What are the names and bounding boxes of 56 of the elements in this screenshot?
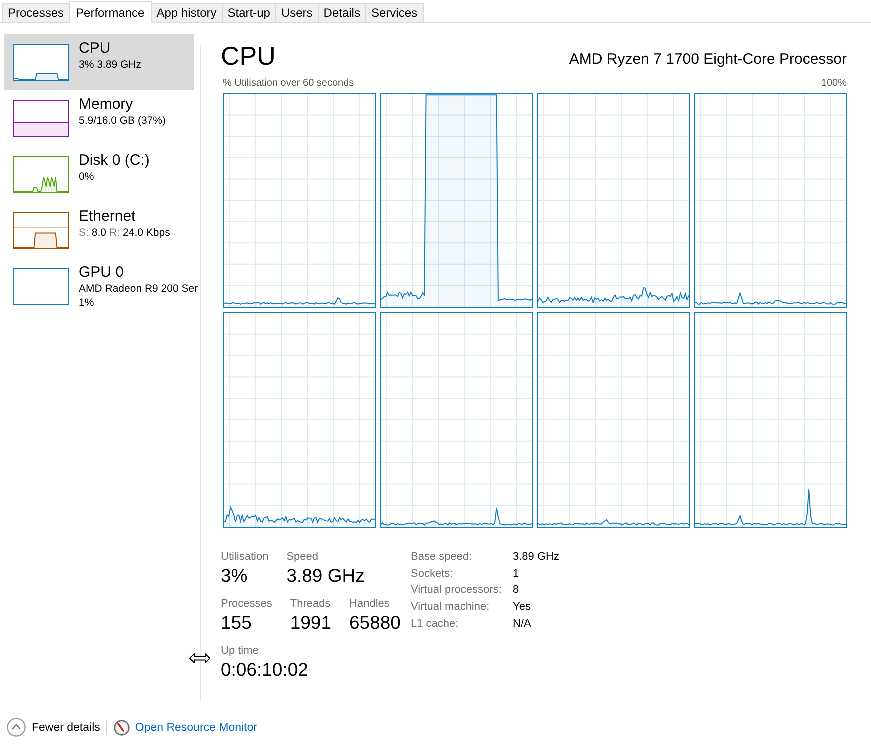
stat-label: Up time [221,644,259,658]
spec-label: L1 cache: [411,616,460,632]
stat-value: 65880 [350,611,401,635]
spec-value: 3.89 GHz [513,550,560,565]
tab[interactable]: Start-up [222,3,276,22]
tab[interactable]: App history [150,3,223,22]
fewer-details-button[interactable]: Fewer details [7,718,100,737]
graph-caption: % Utilisation over 60 seconds [223,78,354,90]
stat-value: 3% [221,564,248,588]
stat-value: 3.89 GHz [286,564,365,588]
tab[interactable]: Details [318,3,366,22]
processor-name: AMD Ryzen 7 1700 Eight-Core Processor [569,51,847,69]
spec-value: 1 [513,566,520,582]
sidebar-item-detail: 8.0 [92,226,107,240]
sidebar-item-detail: R: [110,226,120,240]
sidebar-item-title: Ethernet [79,208,136,226]
graph-max-label: 100% [821,78,847,90]
spec-label: Virtual processors: [411,583,503,598]
tab[interactable]: Services [365,3,424,22]
resize-cursor-icon [189,653,211,664]
sidebar-item-detail: 1% [79,296,94,310]
stat-value: 0:06:10:02 [221,658,308,682]
sidebar-item[interactable]: CPU 3% 3.89 GHz [4,34,194,90]
stat-label: Processes [221,597,272,611]
spec-label: Virtual machine: [411,600,491,616]
tab[interactable]: Users [275,3,319,22]
sidebar-item[interactable]: Ethernet S: 8.0 R: 24.0 Kbps [4,202,194,258]
gauge-icon [114,720,130,736]
sidebar-item-detail: 0% [79,170,94,184]
stat-value: 1991 [290,611,332,635]
sidebar-item-title: Memory [79,96,134,114]
spec-value: 8 [513,583,520,598]
stat-label: Handles [350,597,390,611]
spec-label: Sockets: [411,566,454,582]
sidebar-item[interactable]: Disk 0 (C:) 0% [4,146,194,202]
panel-title: CPU [221,41,276,71]
tab[interactable]: Performance [69,1,152,23]
stat-label: Utilisation [221,550,269,564]
sidebar-item-detail: 5.9/16.0 GB (37%) [79,114,166,128]
sidebar-item-title: CPU [79,40,111,58]
stat-label: Threads [290,597,331,611]
sidebar-item-detail: 24.0 Kbps [123,226,170,240]
tab[interactable]: Processes [2,3,70,22]
stat-label: Speed [286,550,318,564]
sidebar-item-detail: S: [79,226,89,240]
sidebar-item[interactable]: Memory 5.9/16.0 GB (37%) [4,90,194,146]
spec-value: N/A [513,616,532,632]
spec-value: Yes [513,600,532,616]
sidebar-item-detail: 3% 3.89 GHz [79,58,142,72]
sidebar-item-detail: AMD Radeon R9 200 Ser [79,282,198,296]
sidebar-item-title: GPU 0 [79,264,124,282]
resource-monitor-link[interactable]: Open Resource Monitor [114,720,258,736]
sidebar-item-title: Disk 0 (C:) [79,152,150,170]
chevron-up-icon [7,718,26,737]
spec-label: Base speed: [411,550,474,565]
stat-value: 155 [221,611,252,635]
